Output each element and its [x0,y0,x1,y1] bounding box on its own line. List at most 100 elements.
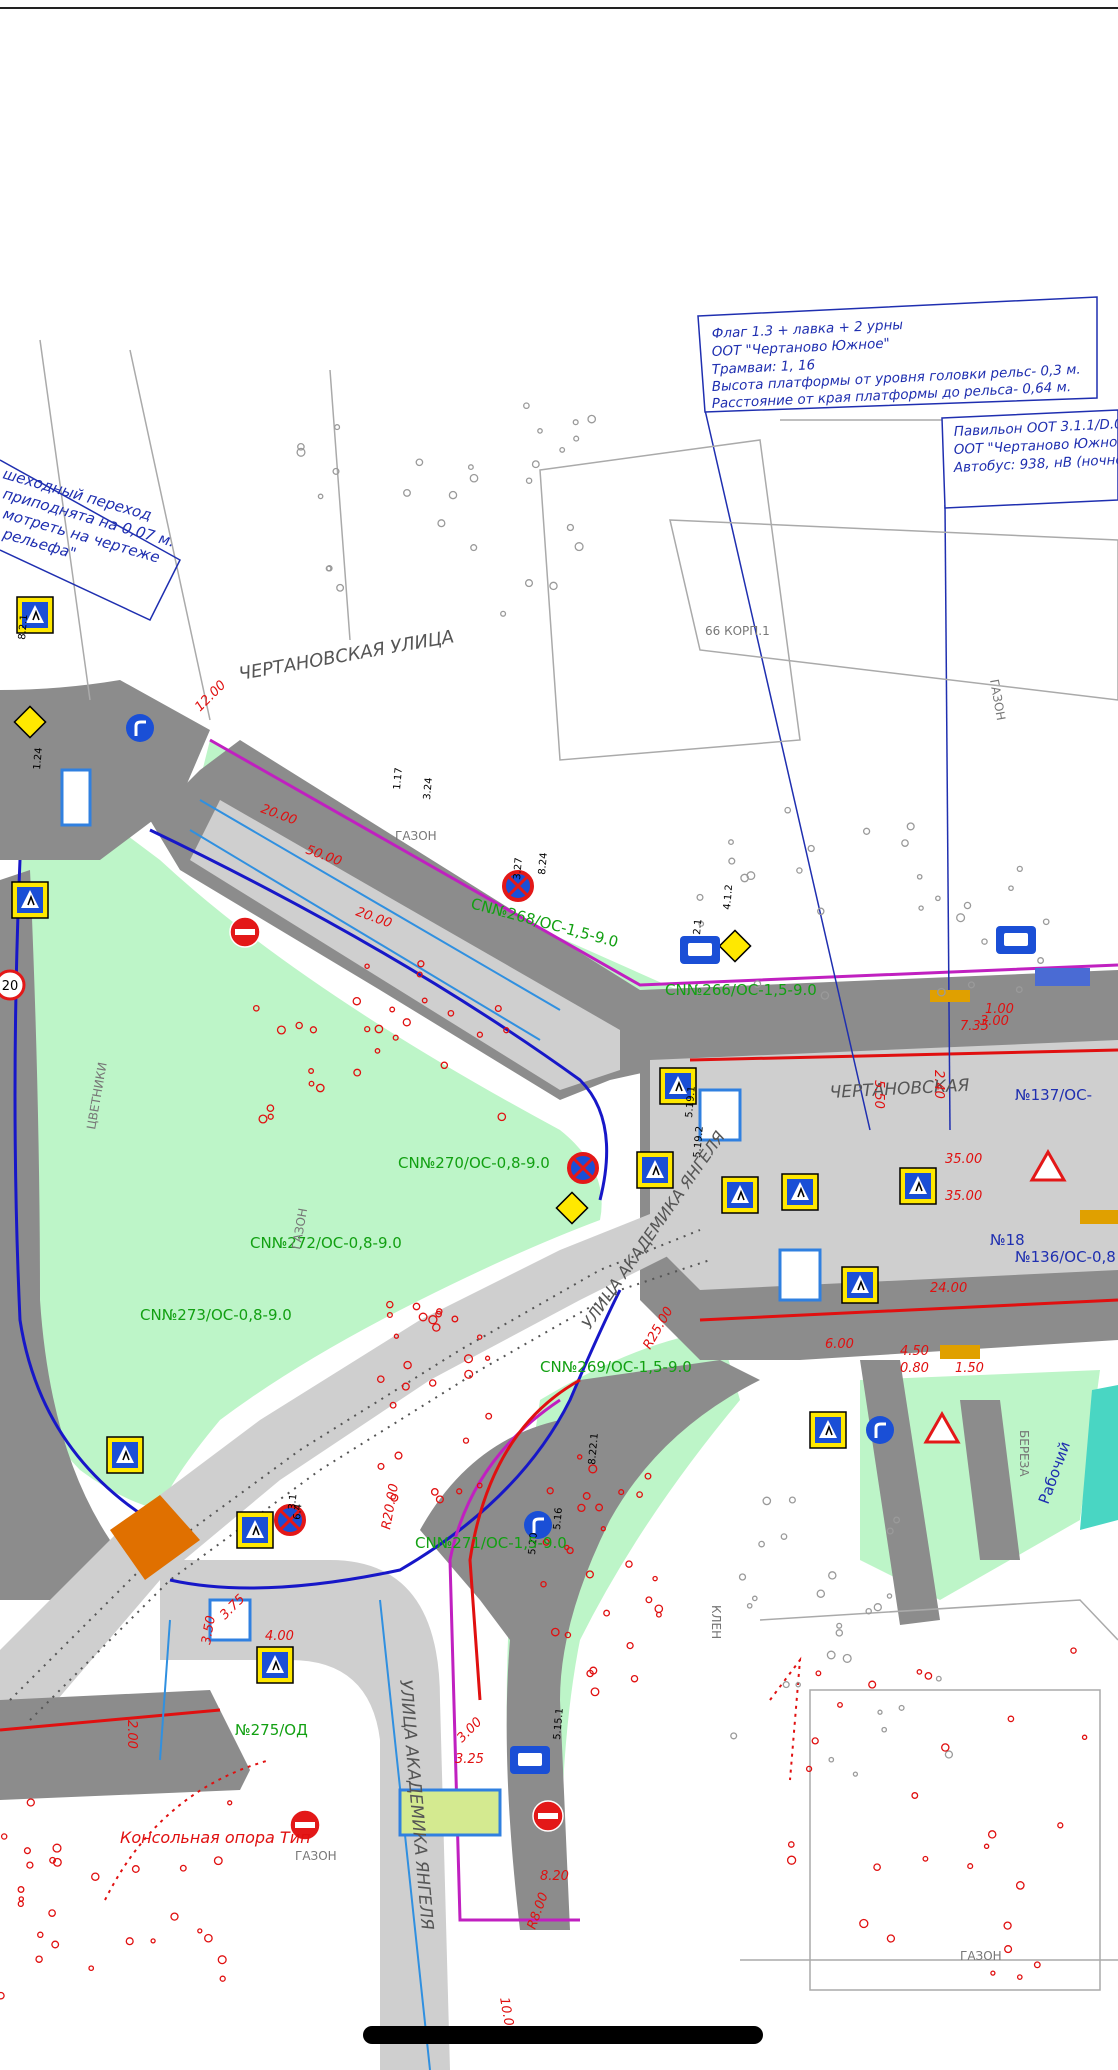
bus-stop-bar-2 [1080,1210,1118,1224]
shrub-symbol [523,402,530,410]
pedestrian-sign-icon [256,1646,294,1684]
bus-icon [1004,933,1028,946]
shrub-symbol [572,419,579,426]
shrub-symbol [1033,1961,1041,1969]
shrub-symbol [751,1595,758,1602]
shrub-symbol [696,893,704,901]
dimension-label: 12.00 [192,678,229,715]
shrub-symbol [17,1900,24,1908]
turn-disc [126,714,154,742]
shrub-symbol [52,1843,62,1853]
speed-limit-value: 20 [2,979,19,994]
dimension-label: 1.50 [955,1361,984,1376]
shrub-symbol [37,1931,44,1939]
shrub-symbol [625,1560,633,1568]
shrub-symbol [402,1018,411,1027]
shrub-symbol [630,1674,639,1683]
shrub-symbol [862,827,871,835]
shrub-symbol [886,1593,893,1599]
shrub-symbol [1008,885,1014,892]
shrub-symbol [746,1602,753,1609]
shrub-symbol [26,1861,34,1869]
sign-code-label: 2.1 [692,918,704,935]
shrub-symbol [787,1841,795,1848]
sign-code-label: 1.24 [32,747,45,770]
pedestrian-sign-icon [636,1151,674,1189]
dimension-label: 6.00 [825,1337,854,1352]
shrub-symbol [935,895,941,902]
shrub-symbol [728,839,734,846]
shrub-symbol [91,1872,100,1881]
shrub-symbol [227,1800,233,1806]
lawn-code-266: СN№266/ОС-1,5-9.0 [665,981,817,999]
shrub-symbol [782,1681,790,1689]
shrub-symbol [204,1933,213,1943]
shrub-symbol [531,460,540,469]
no-entry-bar [235,929,255,935]
pedestrian-sign-icon [106,1436,144,1474]
shrub-symbol [48,1909,56,1917]
shrub-symbol [1037,957,1045,964]
pedestrian-sign-icon [236,1511,274,1549]
building-1 [539,439,801,761]
shrub-symbol [758,1540,765,1548]
dimension-label: 7.35 [960,1019,989,1034]
shrub-symbol [125,1937,134,1946]
crosswalk-east-2 [778,1248,822,1302]
shrub-symbol [334,424,341,431]
shrub-symbol [901,839,909,847]
shrub-symbol [911,1792,919,1799]
note-bus-stop: Павильон ООТ 3.1.1/D.0 ООТ "Чертаново Юж… [941,409,1118,509]
dotted-red-line-2 [769,1656,802,1781]
sign-code-label: 1.17 [392,767,405,790]
shrub-symbol [983,1843,990,1850]
pedestrian-sign-icon [781,1173,819,1211]
dimension-label: 3.00 [454,1715,485,1746]
korp-label: 66 КОРП.1 [705,624,770,638]
shrub-symbol [389,1006,396,1013]
shrub-symbol [18,1896,25,1902]
shrub-symbol [811,1737,819,1745]
gazon-label-2: ГАЗОН [395,829,437,843]
shrub-symbol [944,1750,954,1759]
shrub-symbol [428,1379,437,1387]
road-code-137: №137/ОС- [1015,1086,1092,1104]
turn-arrow-sign-icon [866,1416,894,1444]
bus-icon [688,943,712,956]
shrub-symbol [990,1970,996,1976]
pedestrian-sign-icon [899,1167,937,1205]
shrub-symbol [470,544,478,552]
shrub-symbol [868,1680,877,1689]
shrub-symbol [836,1622,843,1629]
shrub-symbol [587,414,597,424]
sign-code-label: 8.24 [537,852,550,875]
shrub-symbol [881,1726,888,1733]
shrub-symbol [922,1855,929,1862]
shrub-symbol [916,873,923,880]
dimension-label: 4.00 [265,1629,294,1644]
shrub-symbol [941,1743,950,1752]
shrub-symbol [963,901,972,910]
dimension-label: 35.00 [945,1152,982,1167]
shrub-symbol [412,1302,421,1311]
street-label-chertanovskaya: ЧЕРТАНОВСКАЯ УЛИЦА [237,626,455,685]
shrub-symbol [796,867,803,874]
shrub-symbol [826,1650,836,1660]
shrub-symbol [1016,1974,1023,1980]
home-indicator[interactable] [363,2026,763,2044]
shrub-symbol [51,1940,60,1949]
pedestrian-sign-icon [721,1176,759,1214]
shrub-symbol [1015,1881,1025,1890]
shrub-symbol [916,1669,923,1675]
shrub-symbol [837,1701,843,1708]
building-3 [809,1689,1101,1991]
dimension-label: 35.00 [945,1189,982,1204]
shrub-symbol [828,1571,837,1580]
shrub-symbol [448,490,458,500]
shrub-symbol [786,1855,797,1865]
sign-code-label: 3.27 [512,857,525,880]
shrub-symbol [877,1709,883,1715]
dimension-label: R20.00 [379,1483,402,1531]
shrub-symbol [852,1771,859,1777]
sign-code-label: 4.1.2 [722,884,735,910]
